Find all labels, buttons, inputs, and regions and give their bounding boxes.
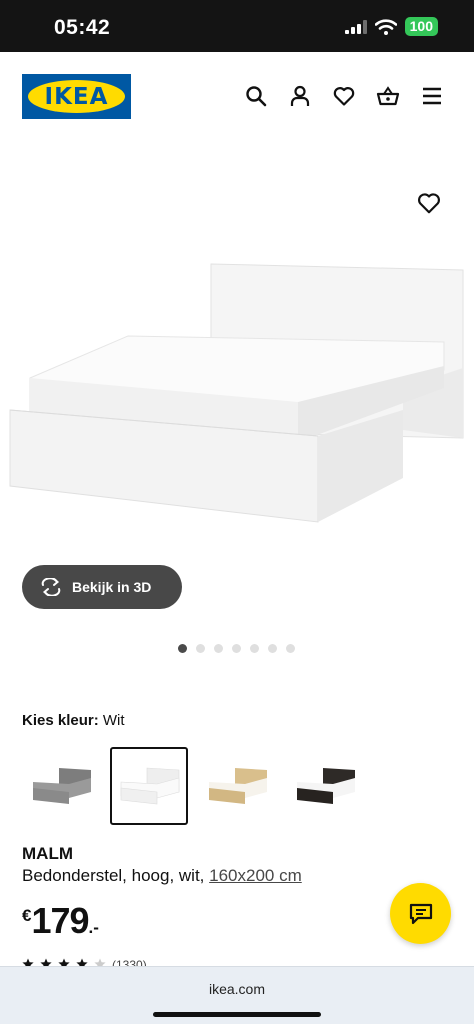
product-price: € 179 .- [22,900,99,942]
signal-icon [344,19,367,34]
logo-text: IKEA [44,83,109,110]
bed-thumbnail-oak [209,768,267,804]
home-indicator[interactable] [153,1012,321,1017]
wishlist-heart-icon[interactable] [332,84,356,108]
browser-url[interactable]: ikea.com [0,981,474,997]
product-description-text: Bedonderstel, hoog, wit, [22,866,210,885]
battery-indicator: 100 [404,17,438,36]
pagination-dot[interactable] [214,644,223,653]
logo-oval: IKEA [28,80,125,113]
bed-thumbnail-black [297,768,355,804]
product-name: MALM [22,844,73,863]
status-bar: 05:42 100 [0,0,474,52]
swatch-grey[interactable] [22,747,100,825]
browser-address-bar[interactable]: ikea.com [0,966,474,1024]
menu-icon[interactable] [420,84,444,108]
view-in-3d-button[interactable]: Bekijk in 3D [22,565,182,609]
swatch-oak[interactable] [198,747,276,825]
price-amount: 179 [31,900,89,941]
pagination-dot[interactable] [232,644,241,653]
swatch-white[interactable] [110,747,188,825]
color-value: Wit [102,712,125,729]
wifi-icon [374,18,397,35]
product-gallery[interactable]: Bekijk in 3D [0,144,474,664]
image-pagination [178,644,295,653]
header-icons [244,84,444,108]
bed-thumbnail-grey [33,768,91,804]
status-time: 05:42 [54,16,111,39]
price-decimals: .- [88,918,99,937]
pagination-dot[interactable] [250,644,259,653]
color-label: Kies kleur: [22,712,99,729]
header: IKEA [0,52,474,144]
search-icon[interactable] [244,84,268,108]
pagination-dot[interactable] [268,644,277,653]
chat-button[interactable] [390,883,451,944]
color-swatches [22,747,364,825]
favourite-heart-icon[interactable] [416,190,442,216]
product-description: Bedonderstel, hoog, wit, 160x200 cm [22,866,302,886]
ikea-logo[interactable]: IKEA [22,74,131,119]
basket-icon[interactable] [376,84,400,108]
price-currency: € [22,906,32,925]
color-chooser-label: Kies kleur: Wit [22,712,125,729]
product-size-link[interactable]: 160x200 cm [209,866,302,885]
rotate-3d-icon [41,578,61,596]
swatch-black[interactable] [286,747,364,825]
profile-icon[interactable] [288,84,312,108]
product-image-bed [9,263,464,523]
chat-icon [409,903,432,924]
bed-thumbnail-white [120,767,180,805]
pagination-dot[interactable] [286,644,295,653]
pagination-dot[interactable] [196,644,205,653]
pagination-dot[interactable] [178,644,187,653]
view-in-3d-label: Bekijk in 3D [72,579,152,595]
status-icons: 100 [344,17,438,36]
